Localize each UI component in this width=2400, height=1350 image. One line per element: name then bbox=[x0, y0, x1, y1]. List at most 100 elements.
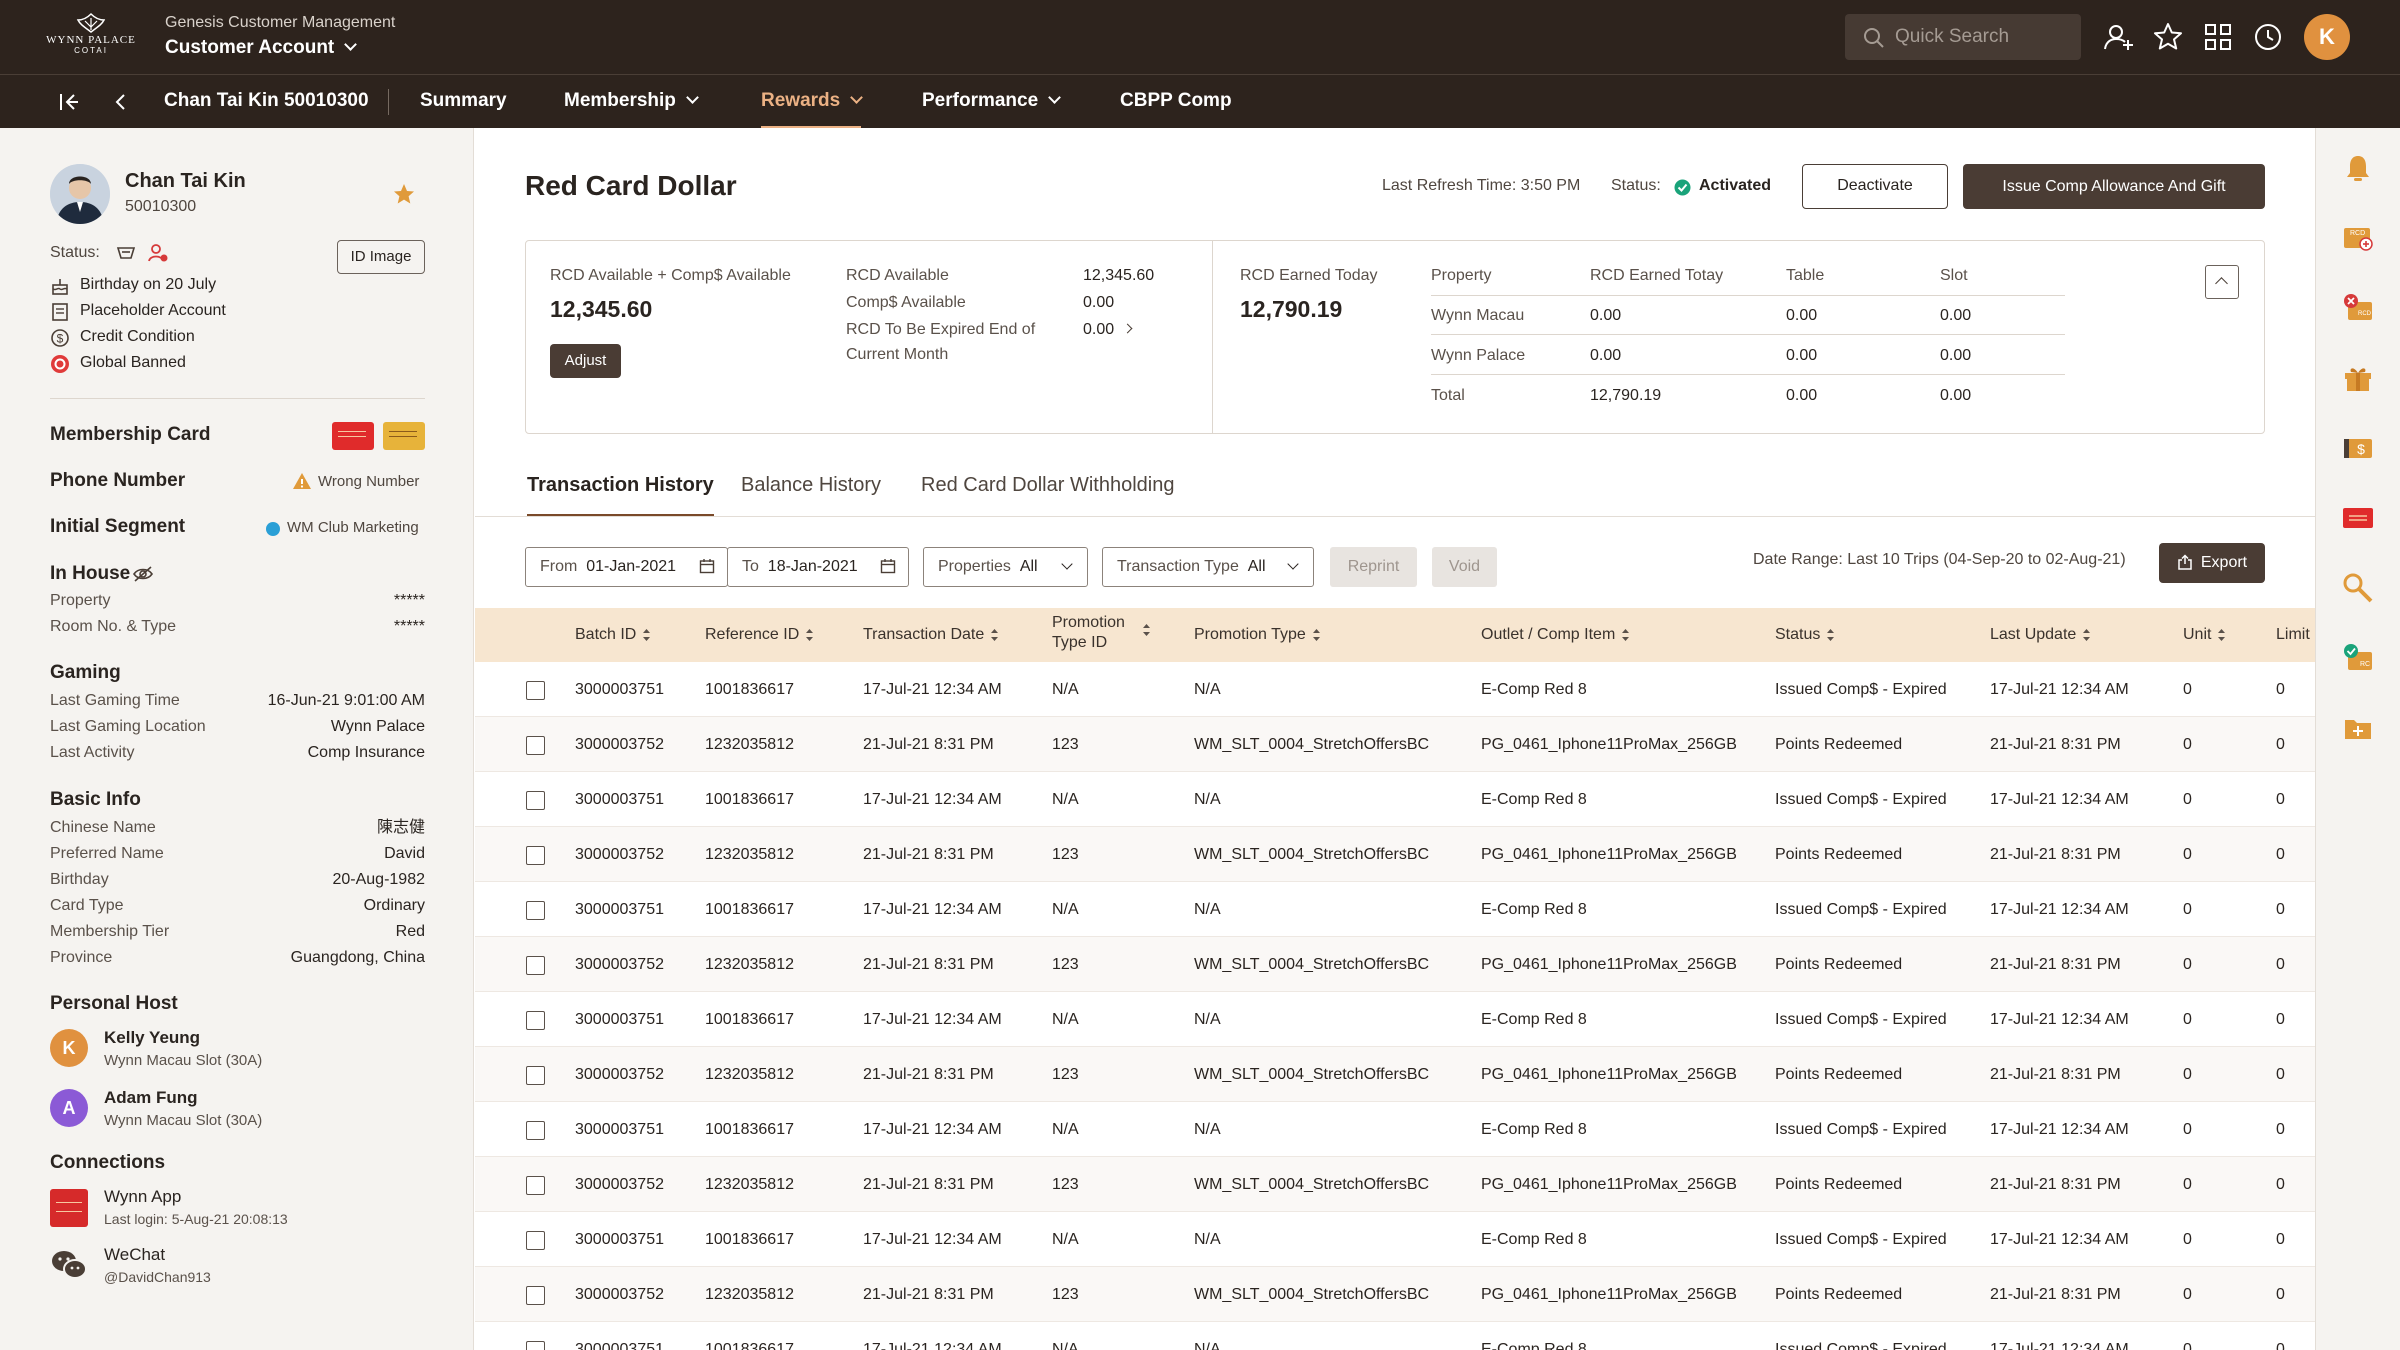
red-card-icon[interactable] bbox=[2342, 502, 2374, 534]
nav-tab-cbpp-comp[interactable]: CBPP Comp bbox=[1120, 75, 1232, 129]
column-header[interactable]: Unit bbox=[2183, 625, 2226, 645]
rcd-plus-icon[interactable]: RCD bbox=[2342, 222, 2374, 254]
table-row[interactable]: 3000003751 1001836617 17-Jul-21 12:34 AM N/… bbox=[475, 882, 2315, 937]
red-card-thumbnail[interactable] bbox=[332, 422, 374, 450]
host-name[interactable]: Adam Fung bbox=[104, 1088, 198, 1108]
connection-name[interactable]: WeChat bbox=[104, 1245, 165, 1265]
search-key-icon[interactable] bbox=[2342, 572, 2374, 604]
row-checkbox[interactable] bbox=[526, 791, 545, 810]
customer-avatar bbox=[50, 164, 110, 224]
nav-tab-membership[interactable]: Membership bbox=[564, 75, 699, 129]
table-row[interactable]: 3000003751 1001836617 17-Jul-21 12:34 AM N/… bbox=[475, 1102, 2315, 1157]
collapse-left-icon[interactable] bbox=[58, 91, 80, 113]
row-checkbox[interactable] bbox=[526, 1341, 545, 1350]
column-header[interactable]: Last Update bbox=[1990, 625, 2091, 645]
sort-icon[interactable] bbox=[642, 628, 651, 642]
row-checkbox[interactable] bbox=[526, 1066, 545, 1085]
gift-icon[interactable] bbox=[2342, 362, 2374, 394]
column-header[interactable]: Promotion Type bbox=[1194, 625, 1321, 645]
host-name[interactable]: Kelly Yeung bbox=[104, 1028, 200, 1048]
row-checkbox[interactable] bbox=[526, 736, 545, 755]
cash-icon[interactable]: $ bbox=[2342, 432, 2374, 464]
table-row[interactable]: 3000003751 1001836617 17-Jul-21 12:34 AM N/… bbox=[475, 1322, 2315, 1350]
transaction-type-select[interactable]: Transaction Type All bbox=[1102, 547, 1314, 587]
tab-transaction-history[interactable]: Transaction History bbox=[527, 474, 714, 517]
sort-icon[interactable] bbox=[805, 628, 814, 642]
wynn-palace-logo[interactable]: WYNN PALACE COTAI bbox=[46, 12, 136, 62]
column-header[interactable]: Promotion Type ID bbox=[1052, 613, 1150, 653]
host-avatar[interactable]: K bbox=[50, 1029, 88, 1067]
eye-off-icon[interactable] bbox=[132, 565, 154, 583]
table-row[interactable]: 3000003752 1232035812 21-Jul-21 8:31 PM 123… bbox=[475, 1047, 2315, 1102]
row-checkbox[interactable] bbox=[526, 1176, 545, 1195]
sort-icon[interactable] bbox=[1826, 628, 1835, 642]
row-checkbox[interactable] bbox=[526, 1231, 545, 1250]
history-clock-icon[interactable] bbox=[2252, 21, 2284, 53]
sort-icon[interactable] bbox=[1142, 623, 1151, 637]
date-from-field[interactable]: From 01-Jan-2021 bbox=[525, 547, 728, 587]
rcd-cancel-icon[interactable]: RCD bbox=[2342, 292, 2374, 324]
row-checkbox[interactable] bbox=[526, 1286, 545, 1305]
table-row[interactable]: 3000003751 1001836617 17-Jul-21 12:34 AM N/… bbox=[475, 1212, 2315, 1267]
row-checkbox[interactable] bbox=[526, 1011, 545, 1030]
add-user-icon[interactable] bbox=[2103, 21, 2135, 53]
column-header[interactable]: Limit bbox=[2276, 625, 2310, 645]
bell-icon[interactable] bbox=[2342, 152, 2374, 184]
apps-grid-icon[interactable] bbox=[2202, 21, 2234, 53]
row-checkbox[interactable] bbox=[526, 1121, 545, 1140]
host-avatar[interactable]: A bbox=[50, 1089, 88, 1127]
favorite-star-icon[interactable] bbox=[392, 182, 416, 206]
app-title-dropdown[interactable]: Customer Account bbox=[165, 37, 358, 59]
date-to-field[interactable]: To 18-Jan-2021 bbox=[727, 547, 909, 587]
gold-card-thumbnail[interactable] bbox=[383, 422, 425, 450]
collapse-card-button[interactable] bbox=[2205, 265, 2239, 299]
issue-comp-button[interactable]: Issue Comp Allowance And Gift bbox=[1963, 164, 2265, 209]
properties-select[interactable]: Properties All bbox=[923, 547, 1088, 587]
connection-name[interactable]: Wynn App bbox=[104, 1187, 181, 1207]
deactivate-button[interactable]: Deactivate bbox=[1802, 164, 1948, 209]
quick-search-input[interactable]: Quick Search bbox=[1845, 14, 2081, 60]
row-checkbox[interactable] bbox=[526, 956, 545, 975]
table-row[interactable]: 3000003752 1232035812 21-Jul-21 8:31 PM 123… bbox=[475, 717, 2315, 772]
table-cell: E-Comp Red 8 bbox=[1481, 1341, 1587, 1350]
table-row[interactable]: 3000003752 1232035812 21-Jul-21 8:31 PM 123… bbox=[475, 937, 2315, 992]
row-checkbox[interactable] bbox=[526, 901, 545, 920]
table-row[interactable]: 3000003752 1232035812 21-Jul-21 8:31 PM 123… bbox=[475, 1157, 2315, 1212]
column-header[interactable]: Outlet / Comp Item bbox=[1481, 625, 1630, 645]
void-button[interactable]: Void bbox=[1432, 547, 1497, 587]
nav-tab-performance[interactable]: Performance bbox=[922, 75, 1062, 129]
tab-balance-history[interactable]: Balance History bbox=[741, 474, 881, 497]
row-checkbox[interactable] bbox=[526, 846, 545, 865]
back-chevron-icon[interactable] bbox=[110, 91, 132, 113]
nav-tab-summary[interactable]: Summary bbox=[420, 75, 507, 129]
column-header[interactable]: Reference ID bbox=[705, 625, 814, 645]
column-header[interactable]: Batch ID bbox=[575, 625, 651, 645]
reprint-button[interactable]: Reprint bbox=[1330, 547, 1417, 587]
rc-check-icon[interactable]: RC bbox=[2342, 642, 2374, 674]
user-avatar[interactable]: K bbox=[2304, 14, 2350, 60]
sort-icon[interactable] bbox=[2082, 628, 2091, 642]
table-cell: WM_SLT_0004_StretchOffersBC bbox=[1194, 1286, 1430, 1303]
table-row[interactable]: 3000003751 1001836617 17-Jul-21 12:34 AM N/… bbox=[475, 662, 2315, 717]
tab-rcd-withholding[interactable]: Red Card Dollar Withholding bbox=[921, 474, 1174, 497]
table-row[interactable]: 3000003752 1232035812 21-Jul-21 8:31 PM 123… bbox=[475, 1267, 2315, 1322]
kv-label: Last Gaming Time bbox=[50, 692, 180, 709]
sort-icon[interactable] bbox=[990, 628, 999, 642]
export-button[interactable]: Export bbox=[2159, 543, 2265, 583]
column-header[interactable]: Status bbox=[1775, 625, 1835, 645]
table-row[interactable]: 3000003752 1232035812 21-Jul-21 8:31 PM 123… bbox=[475, 827, 2315, 882]
table-cell: N/A bbox=[1052, 1231, 1079, 1248]
sort-icon[interactable] bbox=[1312, 628, 1321, 642]
sort-icon[interactable] bbox=[2217, 628, 2226, 642]
rcd-expire-value[interactable]: 0.00 bbox=[1083, 321, 1133, 339]
table-row[interactable]: 3000003751 1001836617 17-Jul-21 12:34 AM N/… bbox=[475, 992, 2315, 1047]
nav-tab-rewards[interactable]: Rewards bbox=[761, 75, 864, 129]
adjust-button[interactable]: Adjust bbox=[550, 344, 621, 378]
column-header[interactable]: Transaction Date bbox=[863, 625, 999, 645]
sort-icon[interactable] bbox=[1621, 628, 1630, 642]
star-icon[interactable] bbox=[2152, 21, 2184, 53]
add-folder-icon[interactable] bbox=[2342, 712, 2374, 744]
id-image-button[interactable]: ID Image bbox=[337, 240, 425, 274]
table-row[interactable]: 3000003751 1001836617 17-Jul-21 12:34 AM N/… bbox=[475, 772, 2315, 827]
row-checkbox[interactable] bbox=[526, 681, 545, 700]
